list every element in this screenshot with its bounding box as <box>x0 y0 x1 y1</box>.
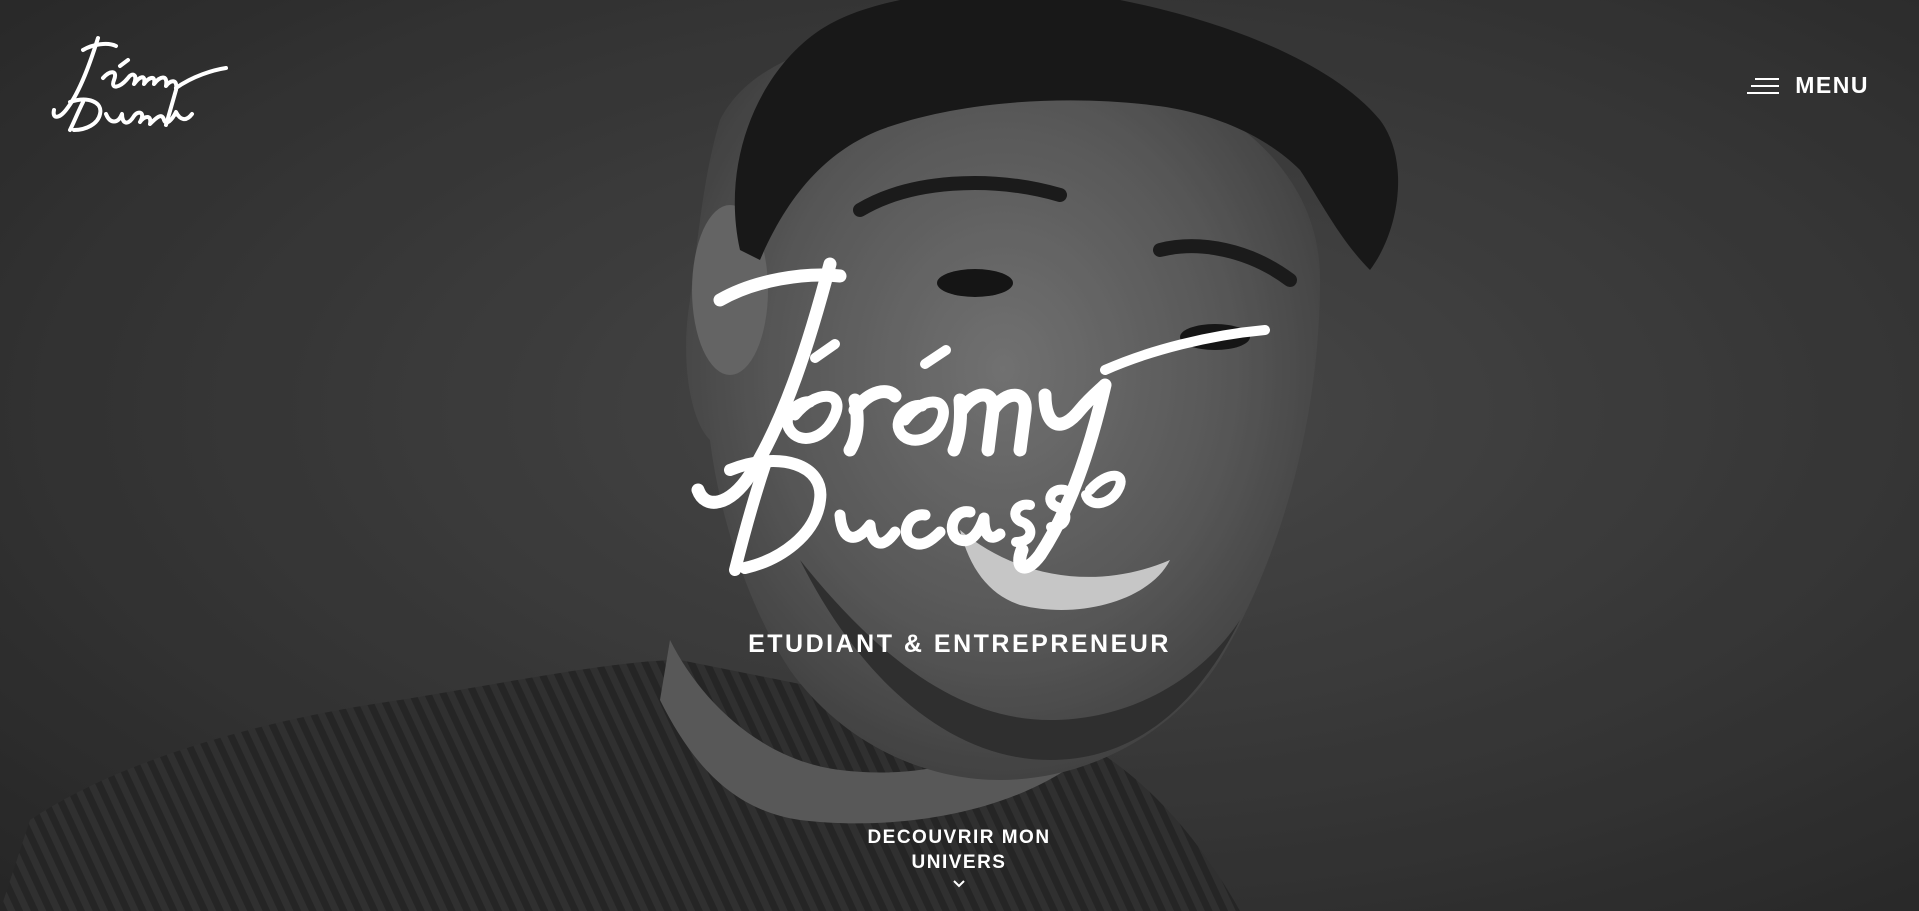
site-logo[interactable] <box>48 30 228 135</box>
hamburger-icon <box>1747 77 1780 94</box>
menu-label: MENU <box>1795 72 1869 98</box>
discover-line-1: DECOUVRIR MON <box>867 827 1051 848</box>
discover-line-2: UNIVERS <box>911 852 1007 873</box>
discover-universe-link[interactable]: DECOUVRIR MON UNIVERS <box>819 825 1099 888</box>
hero-signature-logo <box>691 257 1270 576</box>
chevron-down-icon <box>953 880 965 888</box>
menu-button[interactable]: MENU <box>1747 72 1869 99</box>
hero-tagline: ETUDIANT & ENTREPRENEUR <box>748 630 1171 658</box>
hero-section: MENU ETUDIANT & ENTREPRENEUR DECOUVRIR M… <box>0 0 1919 911</box>
